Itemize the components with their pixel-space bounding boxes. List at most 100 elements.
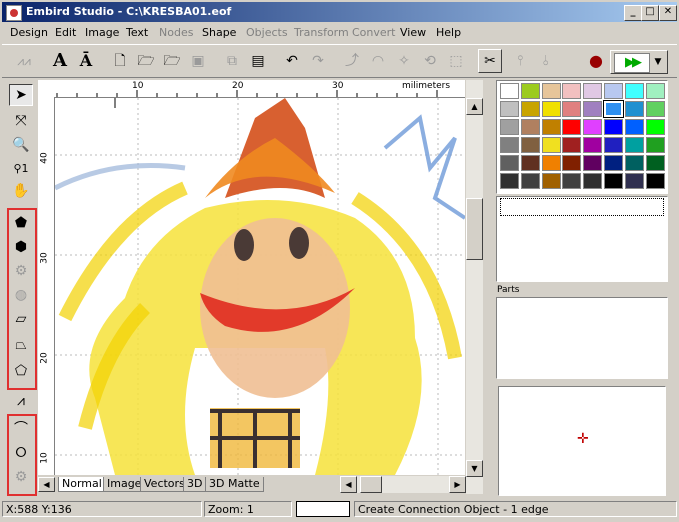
vertical-scrollbar[interactable]: ▲ ▼ (466, 80, 483, 494)
undo-icon[interactable]: ↶ (280, 49, 304, 73)
color-swatch[interactable] (624, 155, 644, 171)
color-swatch[interactable] (583, 83, 603, 99)
menu-edit[interactable]: Edit (55, 26, 76, 39)
zigzag-tool-icon[interactable]: ⩘ (9, 390, 33, 412)
join-icon[interactable]: ⫰ (534, 49, 558, 73)
text-outline-icon[interactable]: Ā (74, 49, 98, 73)
menu-image[interactable]: Image (85, 26, 119, 39)
color-swatch[interactable] (500, 173, 519, 189)
design-canvas[interactable] (55, 98, 465, 475)
color-swatch[interactable] (500, 137, 519, 153)
preview-panel[interactable]: ✛ (498, 386, 666, 496)
new-file-icon[interactable]: 🗋 (108, 49, 132, 73)
tab-3d[interactable]: 3D (183, 477, 207, 492)
color-swatch[interactable] (500, 83, 519, 99)
object-list-selected-row[interactable] (500, 198, 664, 216)
color-swatch[interactable] (604, 155, 623, 171)
open-folder-icon[interactable]: 🗁 (134, 49, 158, 73)
color-swatch[interactable] (583, 119, 603, 135)
tab-vectors[interactable]: Vectors (140, 477, 189, 492)
color-swatch[interactable] (541, 101, 561, 117)
play-mode-combo[interactable]: ▶▶ ▼ (610, 50, 668, 74)
menu-convert[interactable]: Convert (352, 26, 396, 39)
zoom-icon[interactable]: 🔍 (9, 134, 33, 156)
shape-tool-icon[interactable]: ✧ (392, 49, 416, 73)
menu-text[interactable]: Text (126, 26, 148, 39)
paste-icon[interactable]: ▤ (246, 49, 270, 73)
close-button[interactable]: ✕ (659, 5, 677, 21)
menu-shape[interactable]: Shape (202, 26, 236, 39)
vertical-scroll-thumb[interactable] (466, 198, 483, 260)
color-palette[interactable] (496, 80, 668, 194)
scroll-left-button[interactable]: ◀ (340, 476, 357, 493)
menu-nodes[interactable]: Nodes (159, 26, 193, 39)
tab-normal[interactable]: Normal (58, 477, 106, 492)
color-swatch[interactable] (541, 119, 561, 135)
color-swatch[interactable] (645, 173, 665, 189)
color-swatch[interactable] (604, 83, 623, 99)
color-swatch[interactable] (541, 83, 561, 99)
chevron-down-icon[interactable]: ▼ (651, 53, 665, 71)
gear-tool-icon[interactable]: ⚙ (9, 466, 33, 488)
radial-fill-icon[interactable]: ⏢ (9, 334, 33, 356)
color-swatch[interactable] (520, 119, 540, 135)
node-tool-icon[interactable]: ⤴ (340, 49, 364, 73)
minimize-button[interactable]: _ (624, 5, 642, 21)
save-icon[interactable]: ▣ (186, 49, 210, 73)
scroll-right-button[interactable]: ▶ (449, 476, 466, 493)
satin-ring-icon[interactable]: ⚙ (9, 260, 33, 282)
color-swatch[interactable] (645, 83, 665, 99)
color-swatch[interactable] (562, 83, 582, 99)
parts-panel[interactable] (496, 297, 668, 379)
color-swatch[interactable] (583, 137, 603, 153)
menu-help[interactable]: Help (436, 26, 461, 39)
color-swatch[interactable] (645, 119, 665, 135)
color-swatch[interactable] (645, 155, 665, 171)
node-edit-icon[interactable]: ⤧ (9, 110, 33, 132)
copy-icon[interactable]: ⧉ (220, 49, 244, 73)
fill-shape-2-icon[interactable]: ⬢ (9, 236, 33, 258)
color-swatch[interactable] (520, 101, 540, 117)
maximize-button[interactable]: □ (641, 5, 659, 21)
tab-scroll-left-button[interactable]: ◀ (38, 477, 55, 492)
arc-tool-icon[interactable]: ◠ (366, 49, 390, 73)
menu-view[interactable]: View (400, 26, 426, 39)
color-swatch[interactable] (562, 137, 582, 153)
color-swatch[interactable] (583, 101, 603, 117)
zigzag-stitch-icon[interactable]: ⩘⩘ (12, 49, 36, 73)
color-swatch[interactable] (541, 155, 561, 171)
color-swatch[interactable] (624, 83, 644, 99)
split-icon[interactable]: ⫯ (508, 49, 532, 73)
fill-shape-icon[interactable]: ⬟ (9, 212, 33, 234)
color-swatch[interactable] (520, 173, 540, 189)
hand-pan-icon[interactable]: ✋ (9, 180, 33, 202)
sew-icon[interactable]: ✂ (478, 49, 502, 73)
scroll-up-button[interactable]: ▲ (466, 98, 483, 115)
menu-transform[interactable]: Transform (294, 26, 349, 39)
color-swatch[interactable] (603, 100, 624, 118)
color-swatch[interactable] (624, 173, 644, 189)
color-swatch[interactable] (500, 119, 519, 135)
outline-shape-icon[interactable]: ⬠ (9, 360, 33, 382)
color-swatch[interactable] (624, 119, 644, 135)
color-swatch[interactable] (541, 173, 561, 189)
color-swatch[interactable] (645, 101, 665, 117)
color-swatch[interactable] (500, 101, 519, 117)
color-swatch[interactable] (624, 101, 644, 117)
scroll-down-button[interactable]: ▼ (466, 460, 483, 477)
color-swatch[interactable] (583, 155, 603, 171)
pointer-icon[interactable]: ➤ (9, 84, 33, 106)
text-icon[interactable]: A (48, 49, 72, 73)
spiral-fill-icon[interactable]: ◍ (9, 284, 33, 306)
open-folder-2-icon[interactable]: 🗁 (160, 49, 184, 73)
color-swatch[interactable] (520, 137, 540, 153)
curve-tool-icon[interactable]: ⌒ (9, 418, 33, 440)
column-fill-icon[interactable]: ▱ (9, 308, 33, 330)
tab-3d-matte[interactable]: 3D Matte (205, 477, 264, 492)
color-swatch[interactable] (562, 155, 582, 171)
color-swatch[interactable] (645, 137, 665, 153)
horizontal-scroll-thumb[interactable] (360, 476, 382, 493)
color-swatch[interactable] (541, 137, 561, 153)
menu-objects[interactable]: Objects (246, 26, 288, 39)
resize-tool-icon[interactable]: ⬚ (444, 49, 468, 73)
